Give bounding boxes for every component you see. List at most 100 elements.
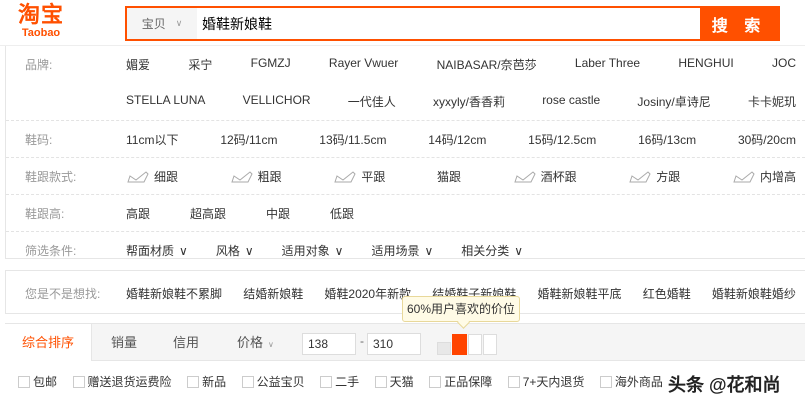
checkbox[interactable] <box>72 375 85 388</box>
heel-height-option[interactable]: 中跟 <box>266 205 290 222</box>
heel-style-option[interactable]: 粗跟 <box>230 168 282 185</box>
checkbox-filter[interactable]: 海外商品 <box>599 373 663 390</box>
checkbox[interactable] <box>507 375 520 388</box>
suggestion-link[interactable]: 婚鞋新娘鞋婚纱 <box>712 285 796 302</box>
heel-height-option[interactable]: 超高跟 <box>190 205 226 222</box>
brand-option[interactable]: FGMZJ <box>251 56 291 73</box>
checkbox-filter[interactable]: 新品 <box>187 373 226 390</box>
brand-option[interactable]: Laber Three <box>575 56 640 73</box>
checkbox-filter[interactable]: 正品保障 <box>429 373 492 390</box>
checkbox-label: 赠送退货运费险 <box>87 375 172 389</box>
watermark: 头条 @花和尚 <box>668 375 781 395</box>
price-max-input[interactable] <box>367 333 421 355</box>
logo-text: 淘宝 <box>18 2 65 27</box>
price-bar-4 <box>483 334 497 355</box>
checkbox-label: 二手 <box>335 375 360 389</box>
checkbox-filter[interactable]: 公益宝贝 <box>241 373 305 390</box>
brand-option[interactable]: Josiny/卓诗尼 <box>637 93 710 110</box>
size-label: 鞋码: <box>25 132 53 147</box>
brand-option[interactable]: 一代佳人 <box>348 93 396 110</box>
tab-default-sort[interactable]: 综合排序 <box>5 324 92 361</box>
checkbox[interactable] <box>320 375 333 388</box>
search-input[interactable] <box>197 8 700 39</box>
checkbox-filter[interactable]: 包邮 <box>18 373 57 390</box>
checkbox-filter[interactable]: 二手 <box>320 373 359 390</box>
brand-option[interactable]: 媚爱 <box>126 56 150 73</box>
brand-option[interactable]: xyxyly/香香莉 <box>433 93 505 110</box>
chevron-down-icon: ∨ <box>179 244 188 258</box>
filter-panel: 品牌: 媚爱 采宁 FGMZJ Rayer Vwuer NAIBASAR/奈芭莎 Labe… <box>5 46 805 259</box>
brand-option[interactable]: JOC <box>772 56 796 73</box>
heel-height-option[interactable]: 低跟 <box>330 205 354 222</box>
checkbox-label: 天猫 <box>389 375 414 389</box>
brand-option[interactable]: rose castle <box>542 93 600 110</box>
brand-option[interactable]: 采宁 <box>188 56 212 73</box>
size-option[interactable]: 13码/11.5cm <box>319 131 386 148</box>
size-option[interactable]: 30码/20cm <box>738 131 796 148</box>
tab-sales[interactable]: 销量 <box>111 324 137 361</box>
condition-dropdown[interactable]: 相关分类 ∨ <box>461 242 523 259</box>
checkbox-filter[interactable]: 7+天内退货 <box>507 373 585 390</box>
filter-option-label: 婚鞋新娘鞋不累脚 <box>126 287 223 301</box>
suggestion-link[interactable]: 婚鞋2020年新款 <box>324 285 411 302</box>
heel-style-option[interactable]: 内增高 <box>732 168 796 185</box>
brand-option[interactable]: 卡卡妮玑 <box>748 93 796 110</box>
checkbox[interactable] <box>187 375 200 388</box>
suggestion-link[interactable]: 婚鞋新娘鞋不累脚 <box>126 285 222 302</box>
taobao-logo[interactable]: 淘宝 Taobao <box>18 4 64 39</box>
checkbox-filters: 包邮 赠送退货运费险 新品 公益宝贝 二手 天猫 正品保障 7+天内退货 海外商品 <box>18 373 663 390</box>
checkbox[interactable] <box>241 375 254 388</box>
brand-option[interactable]: STELLA LUNA <box>126 93 205 110</box>
tab-credit[interactable]: 信用 <box>173 324 199 361</box>
heel-height-row: 鞋跟高: 高跟 超高跟 中跟 低跟 <box>6 195 805 232</box>
filter-option-label: Rayer Vwuer <box>328 56 399 70</box>
search-bar: 宝贝 ∨ 搜 索 <box>125 6 780 41</box>
size-option[interactable]: 16码/13cm <box>638 131 696 148</box>
heel-style-option[interactable]: 细跟 <box>126 168 178 185</box>
price-label: 价格 <box>237 335 264 350</box>
size-option[interactable]: 15码/12.5cm <box>528 131 596 148</box>
chevron-down-icon: ∨ <box>424 244 434 258</box>
checkbox[interactable] <box>18 375 30 388</box>
heel-style-option[interactable]: 方跟 <box>628 168 680 185</box>
condition-dropdown[interactable]: 适用场景 ∨ <box>371 242 433 259</box>
filter-option-label: 30码/20cm <box>737 132 796 147</box>
condition-dropdown[interactable]: 风格 ∨ <box>216 242 254 259</box>
heel-style-option[interactable]: 猫跟 <box>437 168 461 185</box>
filter-option-label: 结婚新娘鞋 <box>243 287 304 301</box>
filter-option-label: FGMZJ <box>250 56 291 70</box>
search-button[interactable]: 搜 索 <box>700 8 778 39</box>
checkbox[interactable] <box>599 375 612 388</box>
brand-row-1: 品牌: 媚爱 采宁 FGMZJ Rayer Vwuer NAIBASAR/奈芭莎 Labe… <box>6 46 805 83</box>
price-min-input[interactable] <box>302 333 356 355</box>
suggestion-link[interactable]: 结婚新娘鞋 <box>243 285 303 302</box>
condition-dropdown[interactable]: 帮面材质 ∨ <box>126 242 188 259</box>
filter-option-label: 细跟 <box>154 169 179 184</box>
brand-option[interactable]: NAIBASAR/奈芭莎 <box>437 56 537 73</box>
size-option[interactable]: 14码/12cm <box>428 131 486 148</box>
shoe-icon <box>333 170 357 184</box>
checkbox-label: 7+天内退货 <box>522 375 585 389</box>
checkbox[interactable] <box>429 375 442 388</box>
suggestion-link[interactable]: 婚鞋新娘鞋平底 <box>538 285 622 302</box>
price-distribution-chart[interactable] <box>437 334 499 355</box>
brand-option[interactable]: VELLICHOR <box>243 93 311 110</box>
tab-price[interactable]: 价格 ∨ <box>237 324 274 361</box>
checkbox-filter[interactable]: 赠送退货运费险 <box>72 373 172 390</box>
brand-option[interactable]: Rayer Vwuer <box>329 56 398 73</box>
filter-option-label: 婚鞋新娘鞋平底 <box>537 287 622 301</box>
size-option[interactable]: 12码/11cm <box>220 131 277 148</box>
heel-style-option[interactable]: 酒杯跟 <box>513 168 577 185</box>
filter-option-label: 16码/13cm <box>638 132 697 147</box>
search-category-select[interactable]: 宝贝 ∨ <box>127 8 197 39</box>
checkbox-filter[interactable]: 天猫 <box>374 373 414 390</box>
heel-height-option[interactable]: 高跟 <box>126 205 150 222</box>
condition-dropdown[interactable]: 适用对象 ∨ <box>282 242 344 259</box>
checkbox[interactable] <box>374 375 387 388</box>
heel-style-option[interactable]: 平跟 <box>333 168 385 185</box>
size-option[interactable]: 11cm以下 <box>126 131 178 148</box>
filter-option-label: Laber Three <box>574 56 641 70</box>
filter-option-label: 高跟 <box>126 206 151 221</box>
suggestion-link[interactable]: 红色婚鞋 <box>643 285 691 302</box>
brand-option[interactable]: HENGHUI <box>678 56 733 73</box>
